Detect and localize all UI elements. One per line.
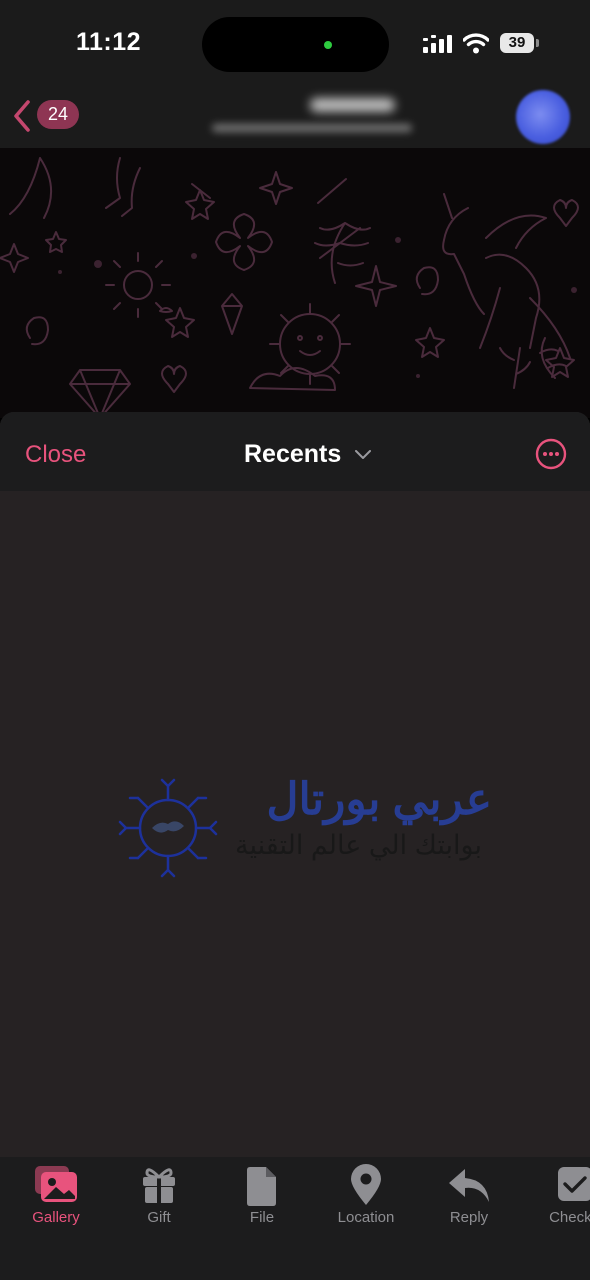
album-picker-title[interactable]: Recents: [244, 440, 341, 469]
tab-label: File: [249, 1209, 275, 1226]
cellular-signal-icon: [423, 35, 452, 53]
tab-checklist[interactable]: Checkl: [522, 1157, 590, 1226]
tab-file[interactable]: File: [212, 1157, 312, 1226]
back-chevron-icon[interactable]: [8, 98, 38, 134]
tab-label: Gallery: [32, 1209, 80, 1226]
chat-title-blurred: [310, 98, 395, 112]
avatar[interactable]: [516, 90, 570, 144]
battery-cap: [536, 39, 539, 47]
attachment-sheet: Close Recents عربي بورتال بوابتك الي عال…: [0, 412, 590, 1280]
battery-level: 39: [500, 33, 534, 53]
chat-header: 24: [0, 88, 590, 148]
tab-label: Location: [337, 1209, 395, 1226]
doodle-pattern: [0, 157, 579, 418]
unread-count-badge[interactable]: 24: [37, 100, 79, 129]
chevron-down-icon[interactable]: [355, 450, 371, 460]
tab-reply[interactable]: Reply: [419, 1157, 519, 1226]
checklist-icon: [558, 1167, 590, 1201]
location-pin-icon: [351, 1164, 381, 1205]
watermark-title: عربي بورتال: [266, 775, 492, 824]
tab-gift[interactable]: Gift: [109, 1157, 209, 1226]
status-bar: 11:12 39: [0, 0, 590, 88]
tab-location[interactable]: Location: [316, 1157, 416, 1226]
chat-wallpaper: [0, 148, 590, 418]
gallery-icon: [35, 1166, 77, 1202]
more-options-icon[interactable]: [535, 438, 567, 470]
tab-label: Checkl: [549, 1209, 590, 1226]
tab-label: Reply: [449, 1209, 489, 1226]
watermark-subtitle: بوابتك الي عالم التقنية: [235, 830, 482, 860]
close-button[interactable]: Close: [25, 441, 86, 469]
tab-gallery[interactable]: Gallery: [6, 1157, 106, 1226]
dynamic-island: [202, 17, 389, 72]
status-time: 11:12: [76, 28, 142, 56]
chat-subtitle-blurred: [212, 124, 412, 132]
reply-icon: [449, 1169, 489, 1202]
file-icon: [247, 1167, 276, 1206]
attachment-tab-bar: Gallery Gift File Location Reply Check: [0, 1157, 590, 1280]
sheet-header: Close Recents: [0, 412, 590, 491]
tab-label: Gift: [147, 1209, 171, 1226]
wifi-icon: [463, 33, 489, 54]
watermark-logo: عربي بورتال بوابتك الي عالم التقنية: [112, 774, 492, 884]
gift-icon: [143, 1168, 175, 1203]
globe-logo-icon: [118, 778, 218, 878]
camera-indicator-dot: [324, 41, 332, 49]
